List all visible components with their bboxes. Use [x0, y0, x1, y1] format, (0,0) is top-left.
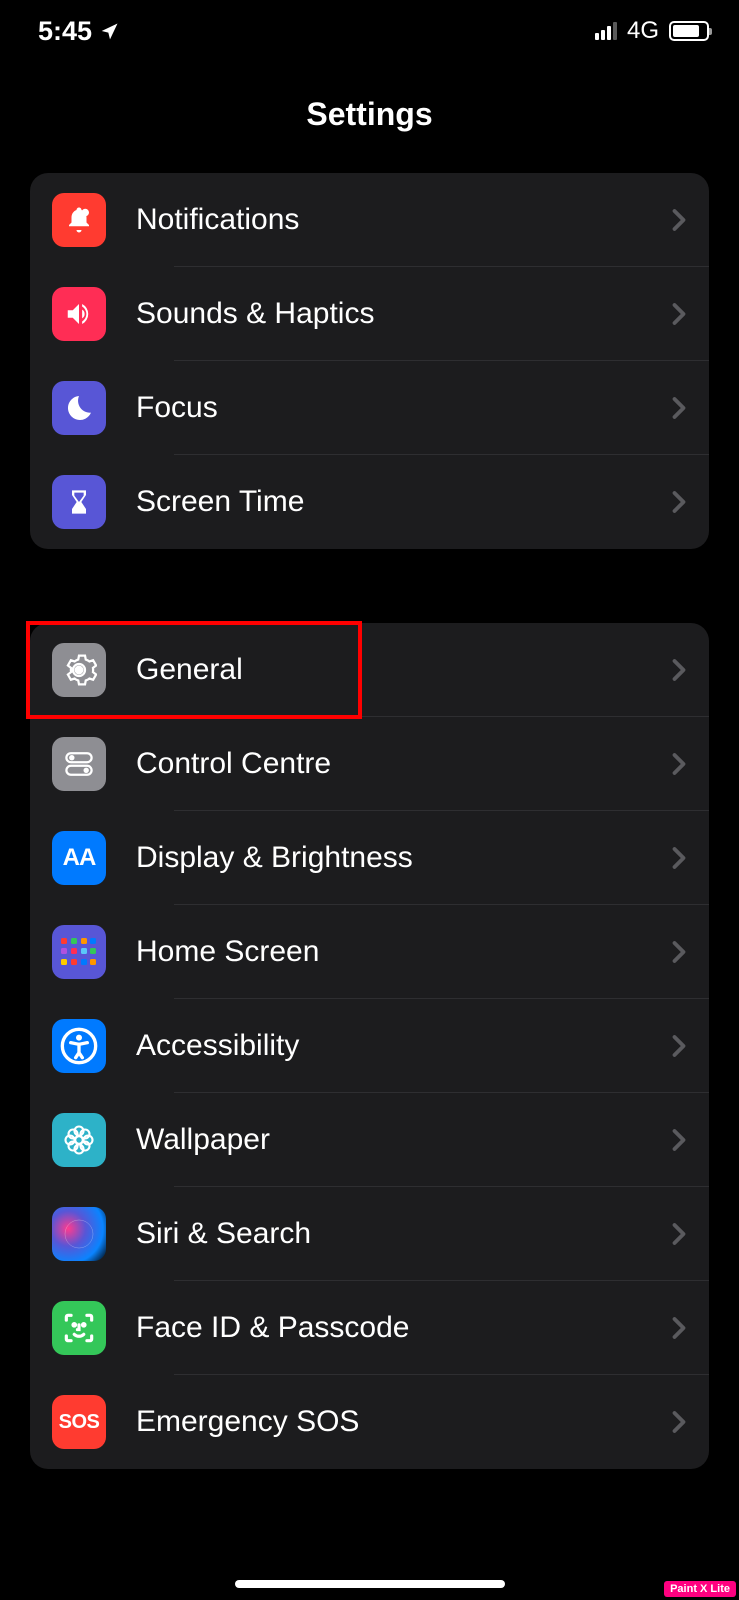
settings-row-sos[interactable]: SOS Emergency SOS — [30, 1375, 709, 1469]
row-label: Display & Brightness — [136, 841, 671, 875]
battery-icon — [669, 21, 709, 41]
location-icon — [100, 21, 120, 41]
settings-row-faceid[interactable]: Face ID & Passcode — [30, 1281, 709, 1375]
apps-icon — [52, 925, 106, 979]
watermark: Paint X Lite — [664, 1581, 736, 1597]
hourglass-icon — [52, 475, 106, 529]
settings-row-sounds[interactable]: Sounds & Haptics — [30, 267, 709, 361]
accessibility-icon — [52, 1019, 106, 1073]
row-label: Sounds & Haptics — [136, 297, 671, 331]
row-label: Emergency SOS — [136, 1405, 671, 1439]
flower-icon — [52, 1113, 106, 1167]
status-time-container: 5:45 — [38, 16, 120, 47]
settings-group: General Control Centre AA Display & Brightn… — [30, 623, 709, 1469]
chevron-right-icon — [671, 846, 687, 870]
row-label: Wallpaper — [136, 1123, 671, 1157]
moon-icon — [52, 381, 106, 435]
page-title: Settings — [0, 96, 739, 133]
chevron-right-icon — [671, 302, 687, 326]
status-time: 5:45 — [38, 16, 92, 47]
status-indicators: 4G — [595, 17, 709, 45]
header: Settings — [0, 58, 739, 173]
speaker-icon — [52, 287, 106, 341]
row-label: Focus — [136, 391, 671, 425]
settings-row-accessibility[interactable]: Accessibility — [30, 999, 709, 1093]
chevron-right-icon — [671, 1316, 687, 1340]
switches-icon — [52, 737, 106, 791]
row-label: Home Screen — [136, 935, 671, 969]
settings-row-screentime[interactable]: Screen Time — [30, 455, 709, 549]
settings-row-homescreen[interactable]: Home Screen — [30, 905, 709, 999]
bell-icon — [52, 193, 106, 247]
row-label: Siri & Search — [136, 1217, 671, 1251]
chevron-right-icon — [671, 1034, 687, 1058]
chevron-right-icon — [671, 490, 687, 514]
settings-row-notifications[interactable]: Notifications — [30, 173, 709, 267]
row-label: Screen Time — [136, 485, 671, 519]
row-label: Control Centre — [136, 747, 671, 781]
face-icon — [52, 1301, 106, 1355]
settings-row-display[interactable]: AA Display & Brightness — [30, 811, 709, 905]
row-label: Face ID & Passcode — [136, 1311, 671, 1345]
settings-row-wallpaper[interactable]: Wallpaper — [30, 1093, 709, 1187]
settings-row-siri[interactable]: Siri & Search — [30, 1187, 709, 1281]
status-bar: 5:45 4G — [0, 0, 739, 58]
chevron-right-icon — [671, 1128, 687, 1152]
home-indicator[interactable] — [235, 1580, 505, 1588]
signal-icon — [595, 22, 617, 40]
network-label: 4G — [627, 17, 659, 45]
chevron-right-icon — [671, 396, 687, 420]
settings-row-focus[interactable]: Focus — [30, 361, 709, 455]
gear-icon — [52, 643, 106, 697]
chevron-right-icon — [671, 752, 687, 776]
chevron-right-icon — [671, 940, 687, 964]
row-label: Accessibility — [136, 1029, 671, 1063]
settings-row-general[interactable]: General — [30, 623, 709, 717]
sos-icon: SOS — [52, 1395, 106, 1449]
chevron-right-icon — [671, 208, 687, 232]
row-label: General — [136, 653, 671, 687]
chevron-right-icon — [671, 1222, 687, 1246]
aa-icon: AA — [52, 831, 106, 885]
settings-row-controlcentre[interactable]: Control Centre — [30, 717, 709, 811]
siri-icon — [52, 1207, 106, 1261]
chevron-right-icon — [671, 658, 687, 682]
chevron-right-icon — [671, 1410, 687, 1434]
settings-group: Notifications Sounds & Haptics Focus Screen… — [30, 173, 709, 549]
row-label: Notifications — [136, 203, 671, 237]
